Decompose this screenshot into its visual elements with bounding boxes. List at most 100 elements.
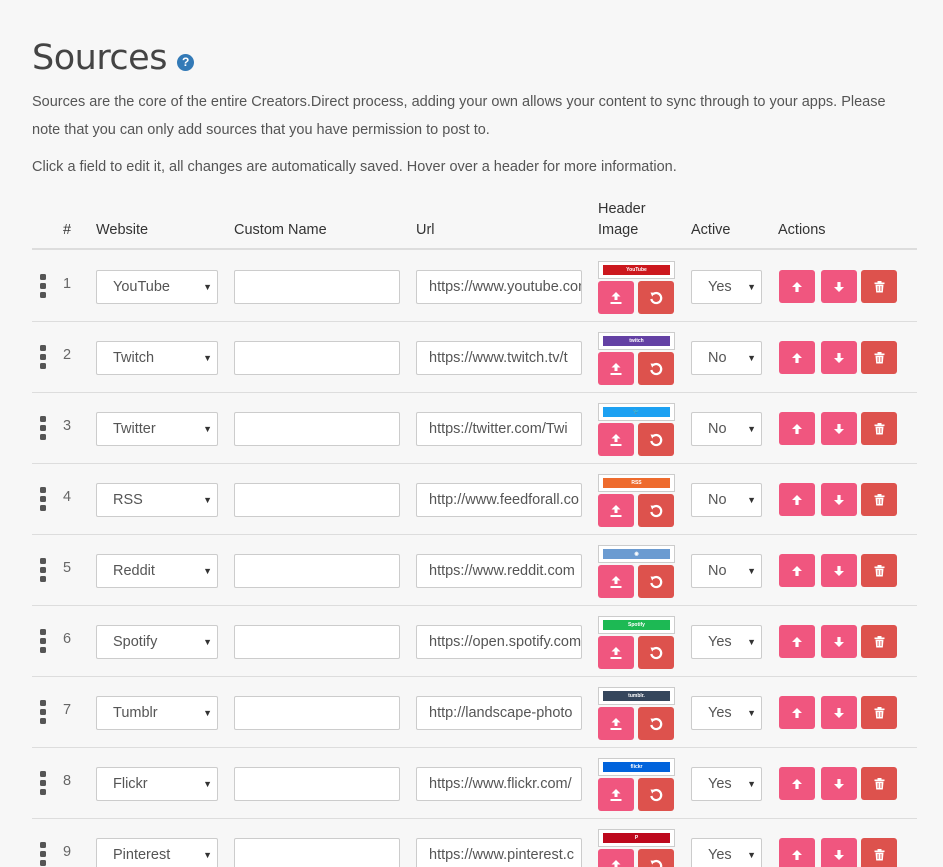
delete-button[interactable] — [861, 625, 897, 658]
website-select[interactable]: YouTube ▼ — [96, 270, 218, 304]
delete-button[interactable] — [861, 270, 897, 303]
move-down-button[interactable] — [821, 341, 857, 374]
move-down-button[interactable] — [821, 838, 857, 867]
trash-icon — [874, 493, 885, 506]
url-input[interactable]: http://www.feedforall.co — [416, 483, 582, 517]
active-select[interactable]: Yes ▼ — [691, 625, 762, 659]
move-down-button[interactable] — [821, 554, 857, 587]
header-website[interactable]: Website — [96, 220, 148, 241]
active-select[interactable]: No ▼ — [691, 341, 762, 375]
move-down-button[interactable] — [821, 483, 857, 516]
reset-header-button[interactable] — [638, 778, 674, 811]
move-up-button[interactable] — [779, 696, 815, 729]
drag-handle-icon[interactable] — [40, 274, 46, 298]
move-down-button[interactable] — [821, 625, 857, 658]
drag-handle-icon[interactable] — [40, 558, 46, 582]
custom-name-input[interactable] — [234, 696, 400, 730]
url-input[interactable]: https://www.flickr.com/ — [416, 767, 582, 801]
delete-button[interactable] — [861, 341, 897, 374]
reset-header-button[interactable] — [638, 707, 674, 740]
delete-button[interactable] — [861, 483, 897, 516]
website-select[interactable]: Tumblr ▼ — [96, 696, 218, 730]
custom-name-input[interactable] — [234, 767, 400, 801]
custom-name-input[interactable] — [234, 554, 400, 588]
move-up-button[interactable] — [779, 270, 815, 303]
url-input[interactable]: https://www.reddit.com — [416, 554, 582, 588]
active-select[interactable]: Yes ▼ — [691, 696, 762, 730]
website-select[interactable]: Pinterest ▼ — [96, 838, 218, 867]
website-select[interactable]: RSS ▼ — [96, 483, 218, 517]
delete-button[interactable] — [861, 554, 897, 587]
move-up-button[interactable] — [779, 838, 815, 867]
url-input[interactable]: https://www.pinterest.c — [416, 838, 582, 867]
custom-name-input[interactable] — [234, 625, 400, 659]
move-up-button[interactable] — [779, 483, 815, 516]
reset-header-button[interactable] — [638, 636, 674, 669]
active-select[interactable]: No ▼ — [691, 412, 762, 446]
url-input[interactable]: https://twitter.com/Twi — [416, 412, 582, 446]
drag-handle-icon[interactable] — [40, 487, 46, 511]
reset-header-button[interactable] — [638, 423, 674, 456]
url-input[interactable]: https://www.twitch.tv/t — [416, 341, 582, 375]
reset-header-button[interactable] — [638, 281, 674, 314]
upload-header-button[interactable] — [598, 707, 634, 740]
header-url[interactable]: Url — [416, 220, 435, 241]
delete-button[interactable] — [861, 412, 897, 445]
upload-header-button[interactable] — [598, 281, 634, 314]
delete-button[interactable] — [861, 696, 897, 729]
reset-header-button[interactable] — [638, 352, 674, 385]
active-select[interactable]: Yes ▼ — [691, 767, 762, 801]
drag-handle-icon[interactable] — [40, 345, 46, 369]
delete-button[interactable] — [861, 838, 897, 867]
upload-header-button[interactable] — [598, 352, 634, 385]
website-select[interactable]: Flickr ▼ — [96, 767, 218, 801]
drag-handle-icon[interactable] — [40, 416, 46, 440]
header-active[interactable]: Active — [691, 220, 731, 241]
custom-name-input[interactable] — [234, 838, 400, 867]
custom-name-input[interactable] — [234, 483, 400, 517]
active-select[interactable]: No ▼ — [691, 554, 762, 588]
reset-header-button[interactable] — [638, 494, 674, 527]
upload-header-button[interactable] — [598, 636, 634, 669]
move-up-button[interactable] — [779, 554, 815, 587]
header-custom-name[interactable]: Custom Name — [234, 220, 327, 241]
url-input[interactable]: https://open.spotify.com — [416, 625, 582, 659]
website-select[interactable]: Twitter ▼ — [96, 412, 218, 446]
upload-header-button[interactable] — [598, 423, 634, 456]
reset-header-button[interactable] — [638, 565, 674, 598]
drag-handle-icon[interactable] — [40, 700, 46, 724]
website-select[interactable]: Twitch ▼ — [96, 341, 218, 375]
custom-name-input[interactable] — [234, 270, 400, 304]
header-header-image[interactable]: Header Image — [598, 199, 646, 241]
header-actions[interactable]: Actions — [778, 220, 826, 241]
move-up-button[interactable] — [779, 625, 815, 658]
drag-handle-icon[interactable] — [40, 771, 46, 795]
website-select[interactable]: Spotify ▼ — [96, 625, 218, 659]
active-select[interactable]: Yes ▼ — [691, 270, 762, 304]
move-up-button[interactable] — [779, 767, 815, 800]
drag-handle-icon[interactable] — [40, 629, 46, 653]
upload-header-button[interactable] — [598, 778, 634, 811]
custom-name-input[interactable] — [234, 341, 400, 375]
url-input[interactable]: http://landscape-photo — [416, 696, 582, 730]
move-up-button[interactable] — [779, 412, 815, 445]
active-select[interactable]: Yes ▼ — [691, 838, 762, 867]
drag-handle-icon[interactable] — [40, 842, 46, 866]
move-down-button[interactable] — [821, 270, 857, 303]
move-down-button[interactable] — [821, 696, 857, 729]
website-select[interactable]: Reddit ▼ — [96, 554, 218, 588]
active-select[interactable]: No ▼ — [691, 483, 762, 517]
website-select-value: Twitter — [113, 421, 156, 437]
table-row: 6 Spotify ▼ https://open.spotify.com Spo… — [32, 606, 917, 677]
move-down-button[interactable] — [821, 767, 857, 800]
reset-header-button[interactable] — [638, 849, 674, 867]
url-input[interactable]: https://www.youtube.com — [416, 270, 582, 304]
upload-header-button[interactable] — [598, 565, 634, 598]
delete-button[interactable] — [861, 767, 897, 800]
question-circle-icon[interactable]: ? — [176, 53, 194, 71]
upload-header-button[interactable] — [598, 849, 634, 867]
move-up-button[interactable] — [779, 341, 815, 374]
move-down-button[interactable] — [821, 412, 857, 445]
upload-header-button[interactable] — [598, 494, 634, 527]
custom-name-input[interactable] — [234, 412, 400, 446]
